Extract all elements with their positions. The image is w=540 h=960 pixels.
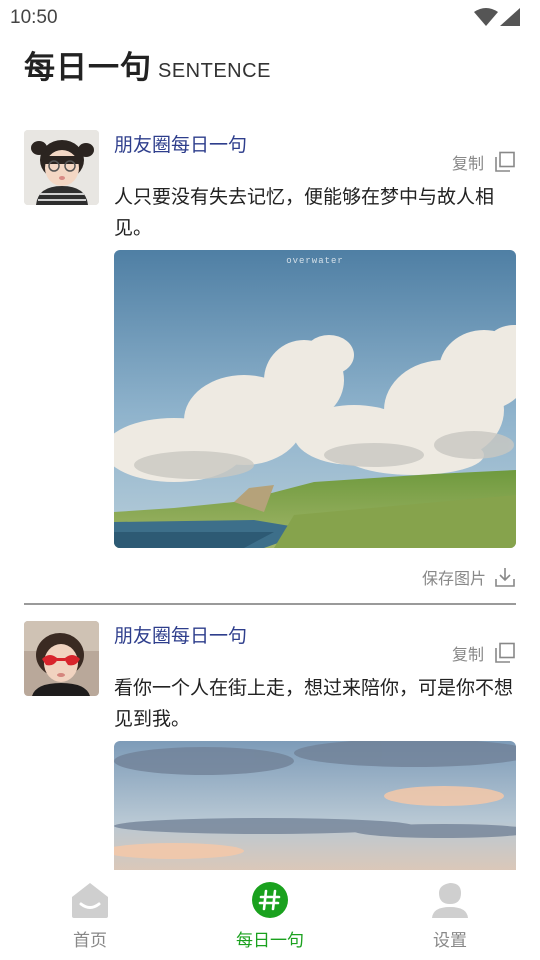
copy-label: 复制 <box>451 154 484 173</box>
image-watermark: overwater <box>286 256 344 266</box>
wifi-icon <box>474 8 498 26</box>
nav-item-settings[interactable]: 设置 <box>360 870 540 960</box>
status-time: 10:50 <box>10 7 58 28</box>
copy-button[interactable]: 复制 <box>452 150 516 174</box>
avatar[interactable] <box>24 621 99 696</box>
cellular-signal-icon <box>500 8 520 26</box>
nav-item-home[interactable]: 首页 <box>0 870 180 960</box>
hashtag-icon <box>252 882 288 918</box>
nav-label-home: 首页 <box>73 931 107 951</box>
copy-label: 复制 <box>451 645 484 664</box>
download-icon <box>495 568 515 587</box>
nav-label-settings: 设置 <box>433 931 467 951</box>
page-header: 每日一句 SENTENCE <box>24 44 271 88</box>
post-text[interactable]: 看你一个人在街上走，想过来陪你，可是你不想见到我。 <box>114 673 516 735</box>
post-author: 朋友圈每日一句 <box>114 134 248 156</box>
copy-button[interactable]: 复制 <box>452 641 516 665</box>
copy-icon <box>495 151 515 172</box>
post-image[interactable] <box>114 741 516 870</box>
copy-icon <box>495 642 515 663</box>
page-subtitle: SENTENCE <box>158 60 271 82</box>
status-bar: 10:50 <box>0 0 540 36</box>
post-author: 朋友圈每日一句 <box>114 625 248 647</box>
nav-label-sentence: 每日一句 <box>236 931 304 951</box>
user-icon <box>432 883 468 918</box>
save-image-label: 保存图片 <box>421 569 486 588</box>
post-divider <box>24 603 516 605</box>
sentence-feed[interactable]: 朋友圈每日一句 复制 人只要没有失去记忆，便能够在梦中与故人相见。 overwa… <box>0 100 540 870</box>
bottom-navigation: 首页 每日一句 设置 <box>0 870 540 960</box>
page-title: 每日一句 <box>24 50 152 86</box>
save-image-button[interactable]: 保存图片 <box>422 565 516 589</box>
home-icon <box>72 883 108 918</box>
nav-item-sentence[interactable]: 每日一句 <box>180 870 360 960</box>
avatar[interactable] <box>24 130 99 205</box>
post-text[interactable]: 人只要没有失去记忆，便能够在梦中与故人相见。 <box>114 182 516 244</box>
post-image[interactable]: overwater <box>114 250 516 548</box>
